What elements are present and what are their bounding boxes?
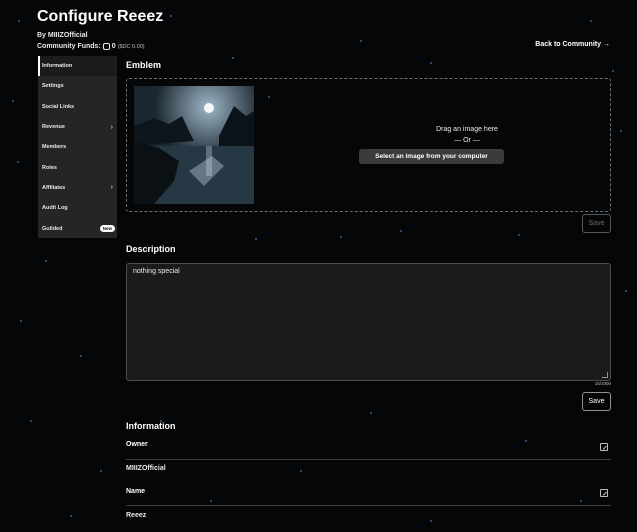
- funds-sub-value: ($DC 0.00): [117, 43, 145, 50]
- funds-label: Community Funds:: [37, 43, 101, 50]
- sidebar-nav: Information Settings Social Links Revenu…: [38, 56, 117, 238]
- information-section-title: Information: [126, 421, 176, 431]
- description-textarea[interactable]: nothing special: [126, 263, 611, 381]
- character-count: 15/1000: [594, 381, 611, 386]
- description-text: nothing special: [133, 268, 180, 275]
- owner-label: Owner: [126, 441, 148, 448]
- divider: [126, 459, 611, 460]
- owner-value: MIIIZOfficial: [126, 465, 166, 472]
- back-to-community-link[interactable]: Back to Community →: [535, 41, 610, 48]
- sidebar-item-label: Audit Log: [42, 205, 68, 212]
- robux-icon: [102, 43, 110, 50]
- back-link-label: Back to Community: [535, 41, 601, 48]
- sidebar-item-label: Affiliates: [42, 184, 66, 191]
- sidebar-item-label: Roles: [42, 164, 57, 171]
- edit-owner-icon[interactable]: [600, 443, 608, 451]
- select-image-button[interactable]: Select an image from your computer: [359, 149, 504, 164]
- or-divider-text: — Or —: [454, 137, 480, 144]
- emblem-image: [134, 86, 254, 204]
- emblem-section-title: Emblem: [126, 60, 162, 70]
- drag-image-text: Drag an image here: [436, 126, 498, 133]
- community-funds: Community Funds: 0 ($DC 0.00): [37, 43, 145, 50]
- sidebar-item-guilded[interactable]: Guilded New: [38, 218, 117, 238]
- sidebar-item-revenue[interactable]: Revenue ›: [38, 117, 117, 137]
- divider: [126, 505, 611, 506]
- arrow-right-icon: →: [603, 41, 610, 48]
- emblem-dropzone[interactable]: Drag an image here — Or — Select an imag…: [126, 78, 611, 212]
- sidebar-item-label: Revenue: [42, 124, 65, 131]
- sidebar-item-audit-log[interactable]: Audit Log: [38, 198, 117, 218]
- name-label: Name: [126, 488, 146, 495]
- emblem-save-button[interactable]: Save: [582, 214, 611, 233]
- sidebar-item-label: Information: [42, 63, 73, 70]
- sidebar-item-label: Settings: [42, 83, 64, 90]
- owner-byline: By MIIIZOfficial: [37, 32, 88, 39]
- chevron-right-icon: ›: [110, 184, 113, 192]
- page-title: Configure Reeez: [37, 8, 164, 25]
- sidebar-item-settings[interactable]: Settings: [38, 76, 117, 96]
- resize-handle-icon[interactable]: [602, 372, 608, 378]
- sidebar-item-label: Members: [42, 144, 67, 151]
- new-badge: New: [99, 225, 115, 233]
- sidebar-item-social-links[interactable]: Social Links: [38, 97, 117, 117]
- sidebar-item-affiliates[interactable]: Affiliates ›: [38, 178, 117, 198]
- sidebar-item-members[interactable]: Members: [38, 137, 117, 157]
- description-save-button[interactable]: Save: [582, 392, 611, 411]
- chevron-right-icon: ›: [110, 123, 113, 131]
- sidebar-item-information[interactable]: Information: [38, 56, 117, 77]
- sidebar-item-label: Social Links: [42, 103, 75, 110]
- sidebar-item-label: Guilded: [42, 225, 63, 232]
- edit-name-icon[interactable]: [600, 489, 608, 497]
- funds-value: 0: [111, 43, 116, 50]
- description-section-title: Description: [126, 244, 176, 254]
- sidebar-item-roles[interactable]: Roles: [38, 157, 117, 177]
- name-value: Reeez: [126, 512, 147, 519]
